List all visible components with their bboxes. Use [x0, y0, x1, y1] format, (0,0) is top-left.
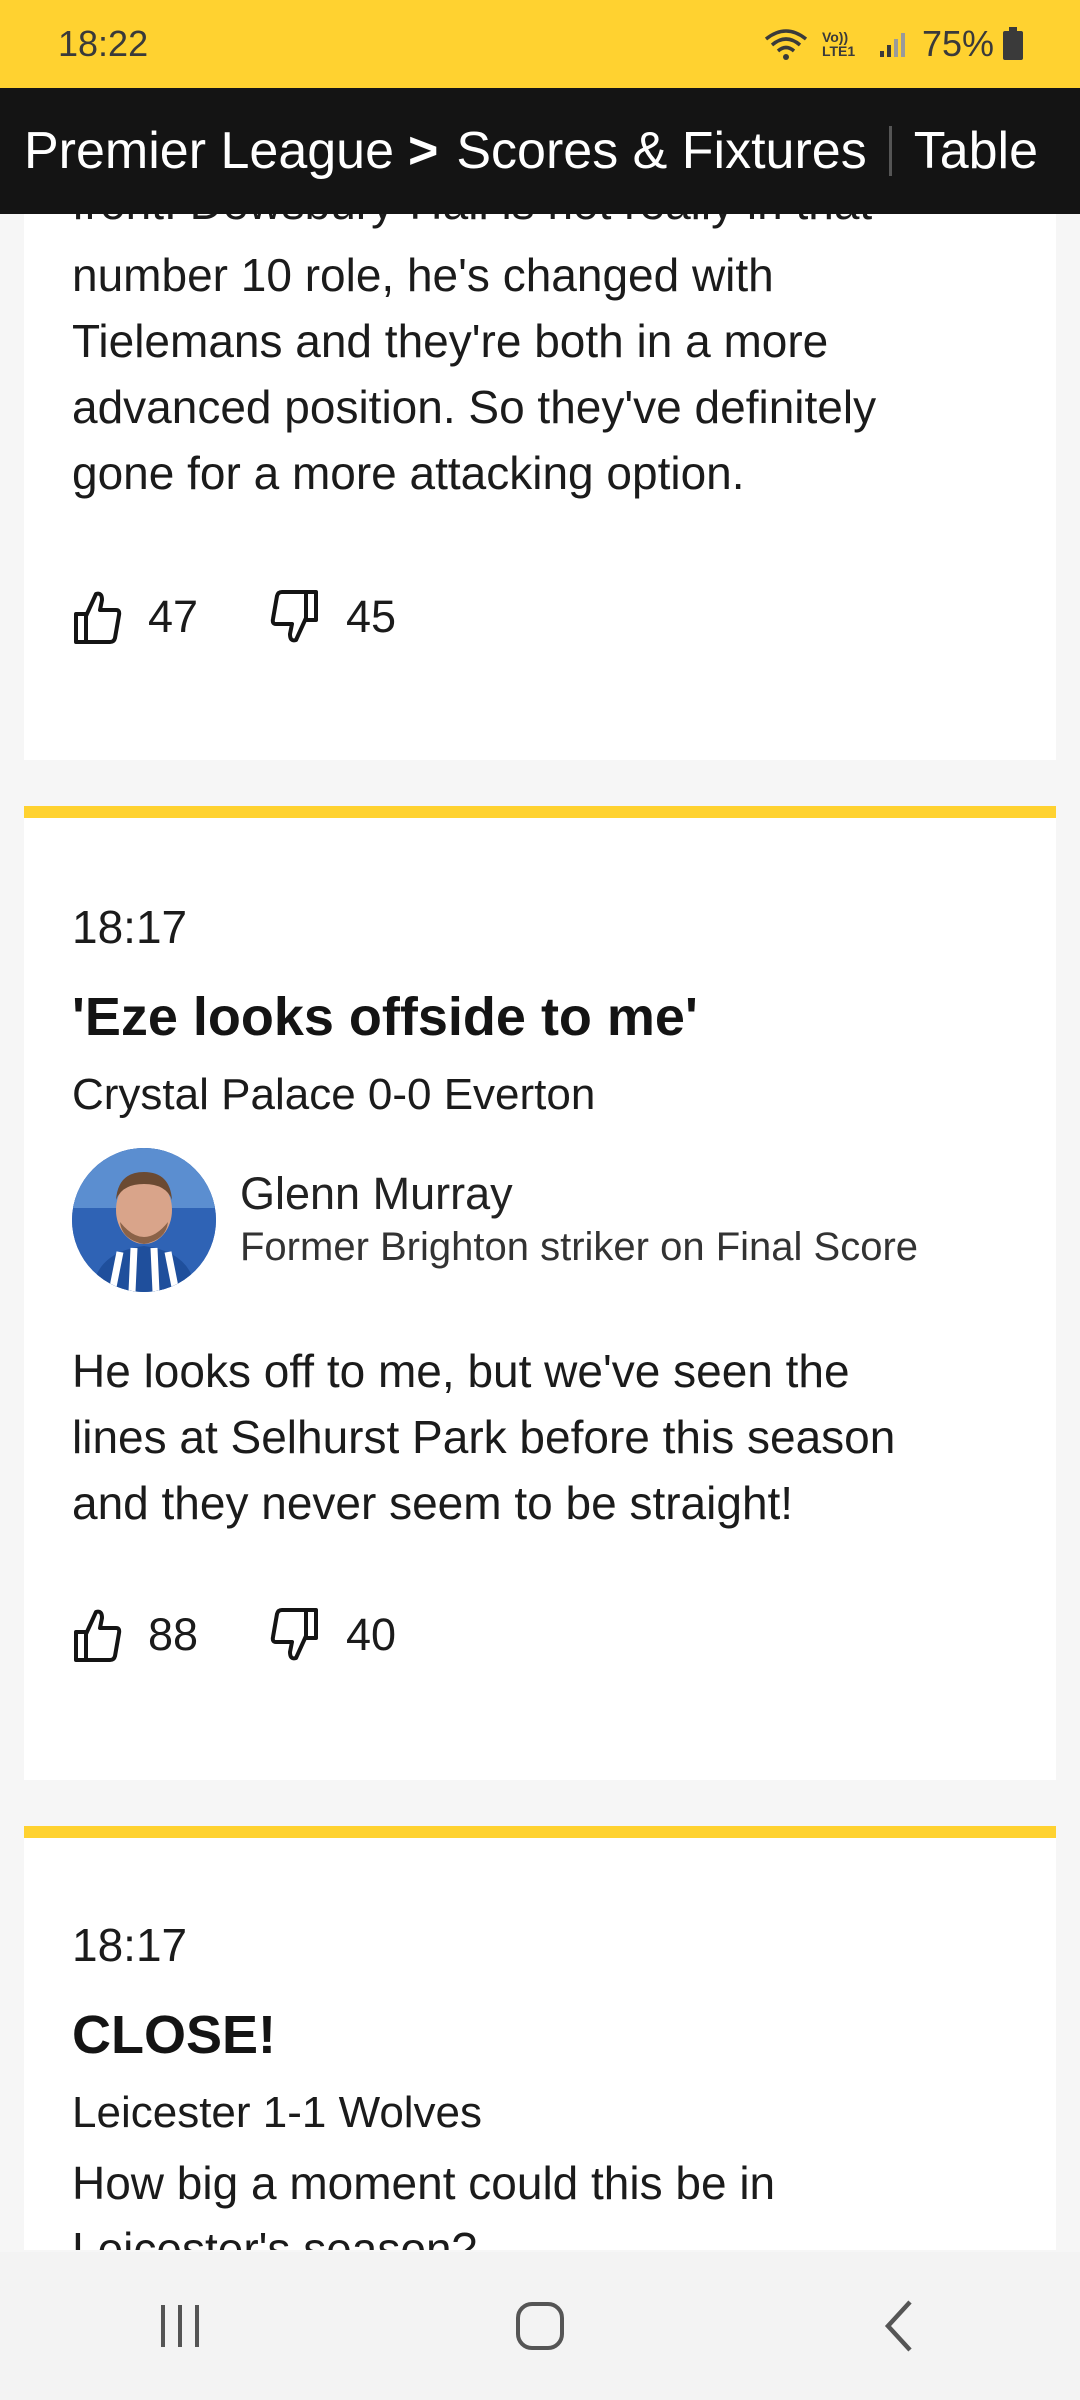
like-count: 47	[148, 591, 199, 642]
live-feed[interactable]: front. Dewsbury-Hall is not really in th…	[0, 0, 1080, 2250]
contributor-name: Glenn Murray	[240, 1168, 513, 1219]
entry-body-line: advanced position. So they've definitely	[72, 381, 877, 433]
like-button[interactable]: 88	[72, 1606, 218, 1664]
contributor-role: Former Brighton striker on Final Score	[240, 1225, 919, 1269]
recent-apps-button[interactable]	[120, 2276, 240, 2376]
tab-scores-fixtures[interactable]: Scores & Fixtures	[456, 121, 866, 181]
home-icon	[516, 2302, 564, 2350]
nav-divider	[888, 126, 892, 176]
entry-body-line: He looks off to me, but we've seen the	[72, 1345, 850, 1397]
signal-icon	[879, 33, 905, 57]
entry-headline: 'Eze looks offside to me'	[72, 987, 698, 1047]
entry-headline: CLOSE!	[72, 2005, 277, 2065]
entry-body-line: gone for a more attacking option.	[72, 447, 745, 499]
entry-body-line: How big a moment could this be in	[72, 2157, 776, 2209]
back-button[interactable]	[840, 2276, 960, 2376]
wifi-icon	[764, 29, 808, 60]
recent-apps-icon	[161, 2305, 199, 2347]
reactions-bar: 47 45	[72, 588, 416, 646]
home-button[interactable]	[480, 2276, 600, 2376]
dislike-button[interactable]: 45	[270, 588, 416, 646]
back-icon	[884, 2300, 912, 2352]
thumbs-up-icon	[74, 1609, 122, 1662]
chevron-right-icon: >	[408, 122, 439, 180]
entry-body-line: and they never seem to be straight!	[72, 1477, 794, 1529]
thumbs-down-icon	[270, 590, 318, 643]
contributor: Glenn Murray Former Brighton striker on …	[72, 1148, 918, 1292]
feed-entry: 18:17 'Eze looks offside to me' Crystal …	[24, 806, 1056, 1780]
battery-percent: 75%	[921, 23, 994, 64]
like-button[interactable]: 47	[72, 588, 218, 646]
entry-body-line: Tielemans and they're both in a more	[72, 315, 829, 367]
system-nav-bar	[0, 2252, 1080, 2400]
thumbs-up-icon	[74, 591, 122, 644]
entry-timestamp: 18:17	[72, 901, 188, 953]
status-time: 18:22	[58, 23, 149, 64]
like-count: 88	[148, 1609, 199, 1660]
entry-timestamp: 18:17	[72, 1919, 188, 1971]
battery-icon	[1003, 27, 1023, 60]
dislike-count: 45	[346, 591, 397, 642]
volte-label: Vo)) LTE1	[821, 29, 856, 59]
tab-table[interactable]: Table	[914, 121, 1038, 181]
section-nav: Premier League > Scores & Fixtures Table	[0, 88, 1080, 214]
match-score: Leicester 1-1 Wolves	[72, 2088, 483, 2137]
entry-body-line: number 10 role, he's changed with	[72, 249, 774, 301]
dislike-button[interactable]: 40	[270, 1606, 416, 1664]
feed-entry: 18:17 CLOSE! Leicester 1-1 Wolves How bi…	[24, 1826, 1056, 2250]
status-bar: 18:22 Vo)) LTE1 75%	[0, 0, 1080, 88]
breadcrumb-premier-league[interactable]: Premier League	[0, 121, 394, 181]
entry-body-line: Leicester's season?	[72, 2223, 478, 2250]
entry-body-line: lines at Selhurst Park before this seaso…	[72, 1411, 896, 1463]
thumbs-down-icon	[270, 1608, 318, 1661]
dislike-count: 40	[346, 1609, 397, 1660]
contributor-avatar	[72, 1148, 216, 1292]
match-score: Crystal Palace 0-0 Everton	[72, 1070, 596, 1119]
reactions-bar: 88 40	[72, 1606, 416, 1664]
